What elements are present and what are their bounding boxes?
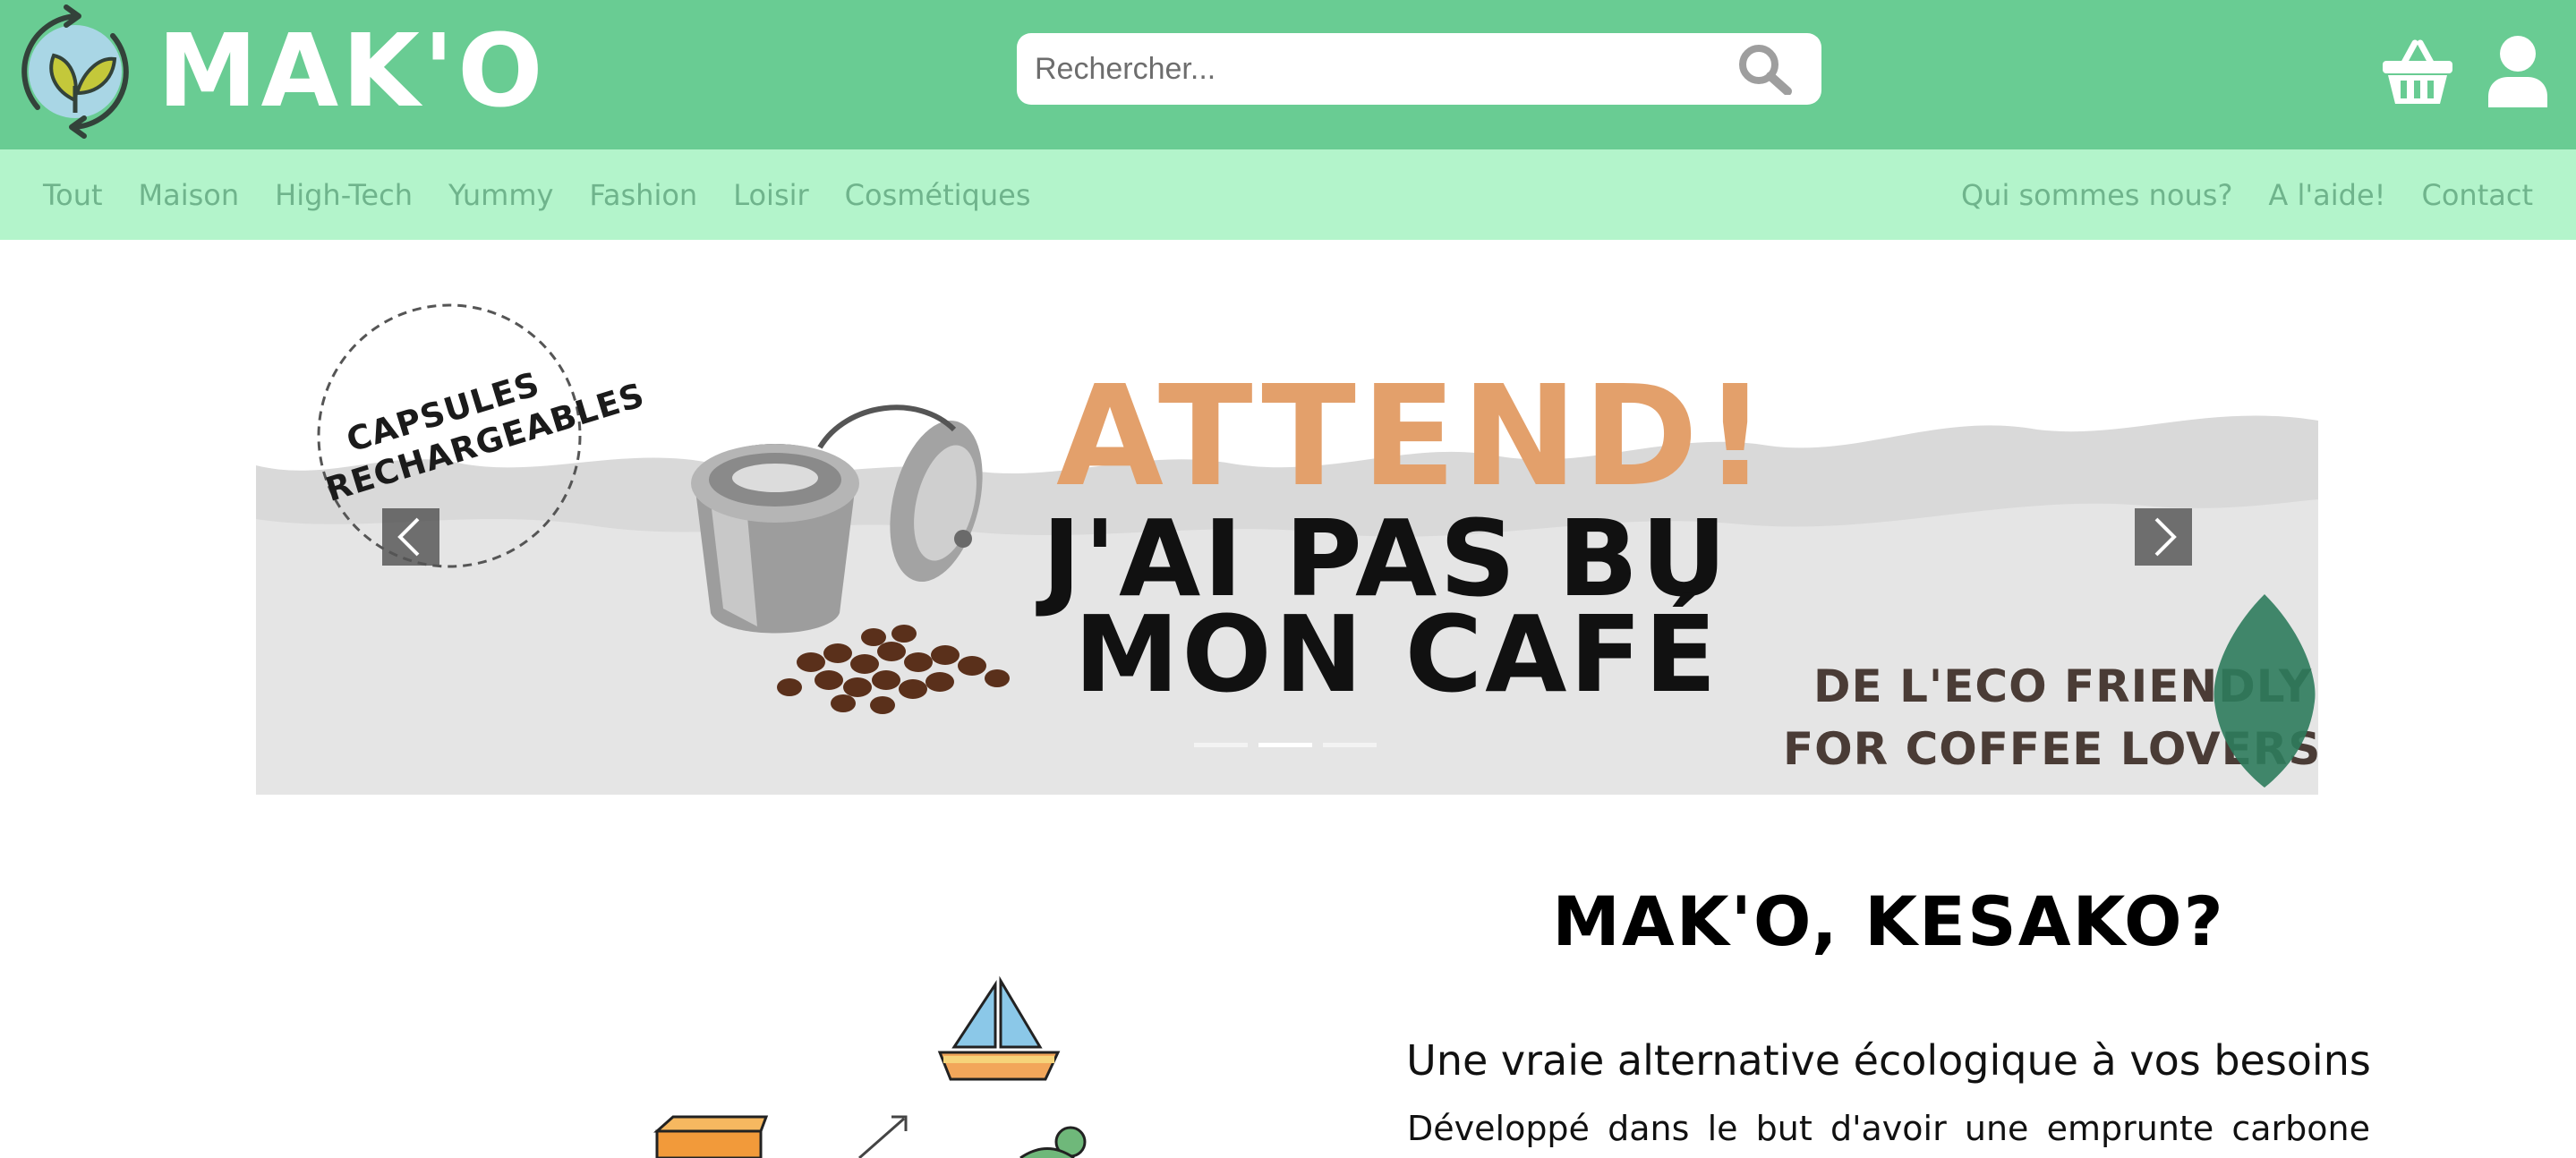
banner-headline-3: MON CAFÉ xyxy=(1074,592,1719,716)
banner-headline-1: ATTEND! xyxy=(1056,355,1772,517)
chevron-right-icon xyxy=(2154,517,2177,557)
site-header: MAK'O xyxy=(0,0,2576,149)
basket-icon xyxy=(2383,39,2452,104)
nav-link-help[interactable]: A l'aide! xyxy=(2250,178,2403,212)
user-icon xyxy=(2488,36,2547,107)
search-input[interactable] xyxy=(1035,42,1733,96)
carousel-next-button[interactable] xyxy=(2135,508,2192,566)
account-button[interactable] xyxy=(2486,34,2549,109)
carousel-indicator-2[interactable] xyxy=(1258,743,1312,747)
nav-link-yummy[interactable]: Yummy xyxy=(431,178,571,212)
category-links: Tout Maison High-Tech Yummy Fashion Lois… xyxy=(25,149,1049,240)
nav-link-maison[interactable]: Maison xyxy=(121,178,258,212)
category-navbar: Tout Maison High-Tech Yummy Fashion Lois… xyxy=(0,149,2576,240)
nav-link-tout[interactable]: Tout xyxy=(25,178,121,212)
leaf-decoration-icon xyxy=(2213,594,2316,788)
carousel-indicator-3[interactable] xyxy=(1323,743,1377,747)
carousel-indicators xyxy=(1194,743,1377,747)
home-logo-link[interactable]: MAK'O xyxy=(13,0,546,143)
tree-icon xyxy=(1019,1126,1087,1158)
sailboat-icon xyxy=(937,975,1061,1081)
eco-transport-illustration xyxy=(653,975,1087,1158)
leaf-recycle-logo-icon xyxy=(21,4,129,139)
stamp-badge: CAPSULES RECHARGEABLES xyxy=(315,302,649,570)
nav-link-fashion[interactable]: Fashion xyxy=(571,178,715,212)
carousel-indicator-1[interactable] xyxy=(1194,743,1248,747)
search-icon xyxy=(1739,45,1792,95)
nav-link-high-tech[interactable]: High-Tech xyxy=(257,178,431,212)
arrow-icon xyxy=(858,1115,908,1158)
about-paragraph: Développé dans le but d'avoir une emprun… xyxy=(1407,1109,2370,1148)
info-links: Qui sommes nous? A l'aide! Contact xyxy=(1943,149,2551,240)
about-title: MAK'O, KESAKO? xyxy=(1552,881,2225,961)
box-icon xyxy=(653,1115,769,1158)
cart-button[interactable] xyxy=(2381,36,2454,109)
about-subtitle: Une vraie alternative écologique à vos b… xyxy=(1406,1036,2371,1085)
nav-link-about[interactable]: Qui sommes nous? xyxy=(1943,178,2250,212)
nav-link-contact[interactable]: Contact xyxy=(2404,178,2552,212)
nav-link-cosmetiques[interactable]: Cosmétiques xyxy=(827,178,1049,212)
nav-link-loisir[interactable]: Loisir xyxy=(715,178,826,212)
search-button[interactable] xyxy=(1736,42,1795,96)
search-bar xyxy=(1017,33,1821,105)
brand-name: MAK'O xyxy=(158,13,547,130)
